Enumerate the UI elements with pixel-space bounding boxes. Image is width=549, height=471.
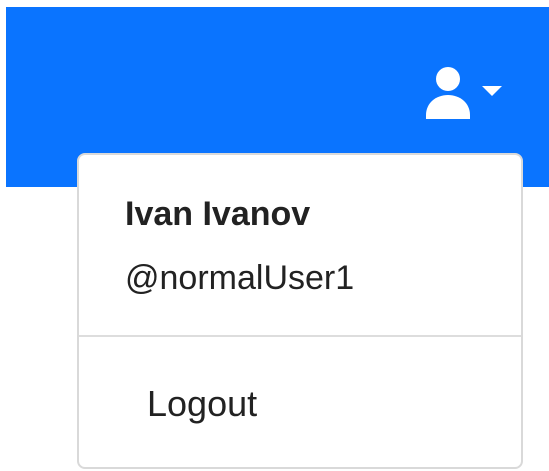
user-menu-toggle[interactable] <box>420 63 514 119</box>
user-handle: @normalUser1 <box>125 259 355 297</box>
page: Ivan Ivanov @normalUser1 Logout <box>0 0 549 471</box>
logout-menu-item[interactable]: Logout <box>147 383 257 425</box>
menu-divider <box>79 335 521 337</box>
user-icon <box>426 67 470 119</box>
user-name: Ivan Ivanov <box>125 195 311 233</box>
caret-down-icon <box>482 86 502 96</box>
user-dropdown-menu: Ivan Ivanov @normalUser1 Logout <box>77 153 523 469</box>
